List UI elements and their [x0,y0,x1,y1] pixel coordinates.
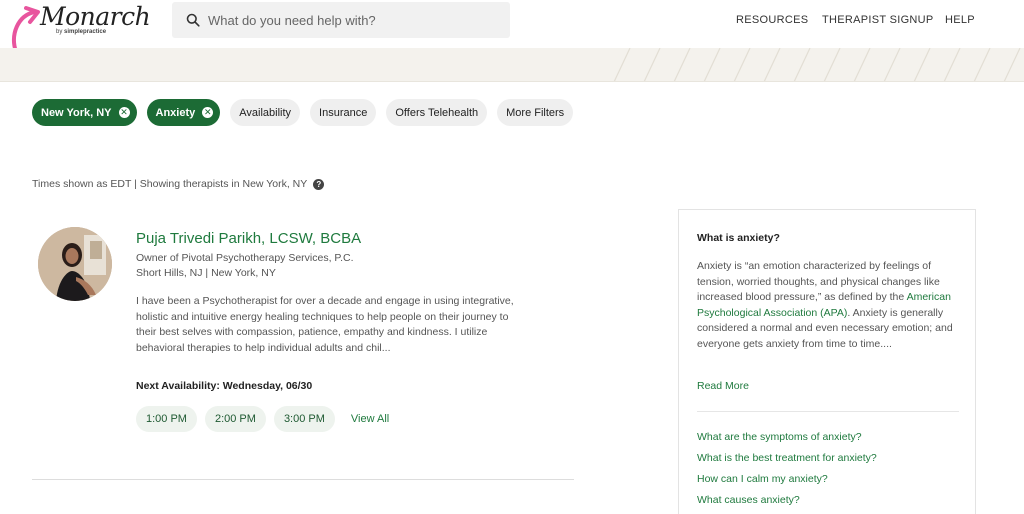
therapist-bio: I have been a Psychotherapist for over a… [136,295,514,354]
faq-link-causes[interactable]: What causes anxiety? [697,494,800,506]
panel-body-text: Anxiety is “an emotion characterized by … [697,260,940,303]
therapist-title: Owner of Pivotal Psychotherapy Services,… [136,252,354,264]
logo-wordmark: Monarch [40,2,151,31]
nav-resources-link[interactable]: RESOURCES [736,14,808,26]
close-icon[interactable]: ✕ [118,107,130,118]
filter-chip-label: Anxiety [155,106,196,119]
results-note-text: Times shown as EDT | Showing therapists … [32,178,308,190]
next-availability: Next Availability: Wednesday, 06/30 [136,380,313,392]
question-icon[interactable]: ? [313,178,325,190]
panel-title: What is anxiety? [697,232,780,244]
read-more-link[interactable]: Read More [697,380,749,392]
search-icon [186,13,200,27]
card-divider [32,479,574,480]
results-note: Times shown as EDT | Showing therapists … [32,178,325,190]
filter-chip-label: New York, NY [41,106,112,119]
faq-link-symptoms[interactable]: What are the symptoms of anxiety? [697,431,862,443]
filter-insurance-button[interactable]: Insurance [310,99,377,126]
view-all-link[interactable]: View All [351,413,389,425]
therapist-name-link[interactable]: Puja Trivedi Parikh, LCSW, BCBA [136,230,361,247]
nav-therapist-signup-link[interactable]: THERAPIST SIGNUP [822,14,934,26]
search-bar[interactable] [172,2,510,38]
panel-body: Anxiety is “an emotion characterized by … [697,259,961,352]
time-slots: 1:00 PM 2:00 PM 3:00 PM View All [136,406,389,432]
time-slot-button[interactable]: 3:00 PM [273,406,335,432]
faq-link-treatment[interactable]: What is the best treatment for anxiety? [697,452,877,464]
more-filters-button[interactable]: More Filters [497,99,574,126]
time-slot-button[interactable]: 1:00 PM [136,406,197,432]
filter-telehealth-button[interactable]: Offers Telehealth [386,99,488,126]
close-icon[interactable]: ✕ [202,107,214,118]
filter-bar: New York, NY ✕ Anxiety ✕ Availability In… [32,99,574,127]
anxiety-info-panel: What is anxiety? Anxiety is “an emotion … [678,209,976,514]
therapist-location: Short Hills, NJ | New York, NY [136,267,276,279]
therapist-avatar[interactable] [38,227,112,301]
nav-help-link[interactable]: HELP [945,14,975,26]
search-input[interactable] [208,12,498,28]
avatar-image [38,227,112,301]
panel-divider [697,411,959,412]
time-slot-button[interactable]: 2:00 PM [204,406,266,432]
filter-chip-specialty[interactable]: Anxiety ✕ [146,99,221,126]
decorative-banner [0,48,1024,82]
faq-link-calm[interactable]: How can I calm my anxiety? [697,473,828,485]
filter-chip-location[interactable]: New York, NY ✕ [32,99,137,126]
logo-byline: by simplepractice [56,29,107,35]
site-header: Monarch by simplepractice RESOURCES THER… [0,0,1024,72]
banner-pattern [613,48,1021,81]
filter-availability-button[interactable]: Availability [230,99,301,126]
